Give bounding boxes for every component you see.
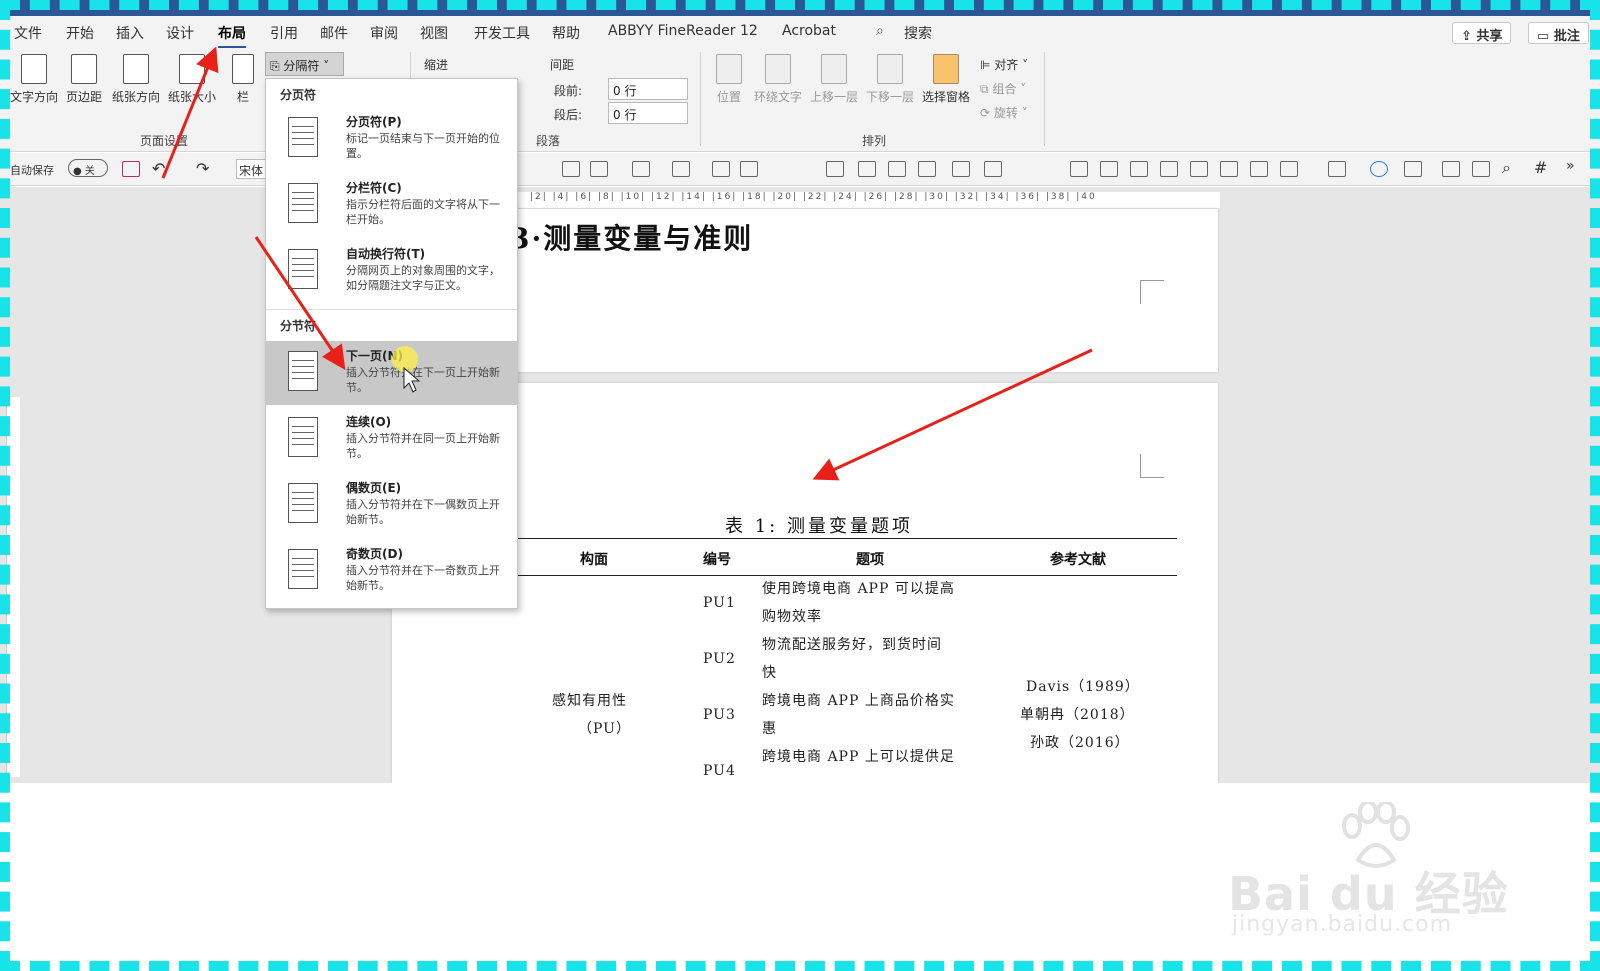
arrow-to-next-page <box>254 236 346 370</box>
arrow-to-layout-tab <box>161 46 219 179</box>
mouse-cursor-icon <box>403 366 421 393</box>
annotation-arrows <box>161 46 1093 481</box>
arrow-to-section-break <box>812 348 1093 481</box>
